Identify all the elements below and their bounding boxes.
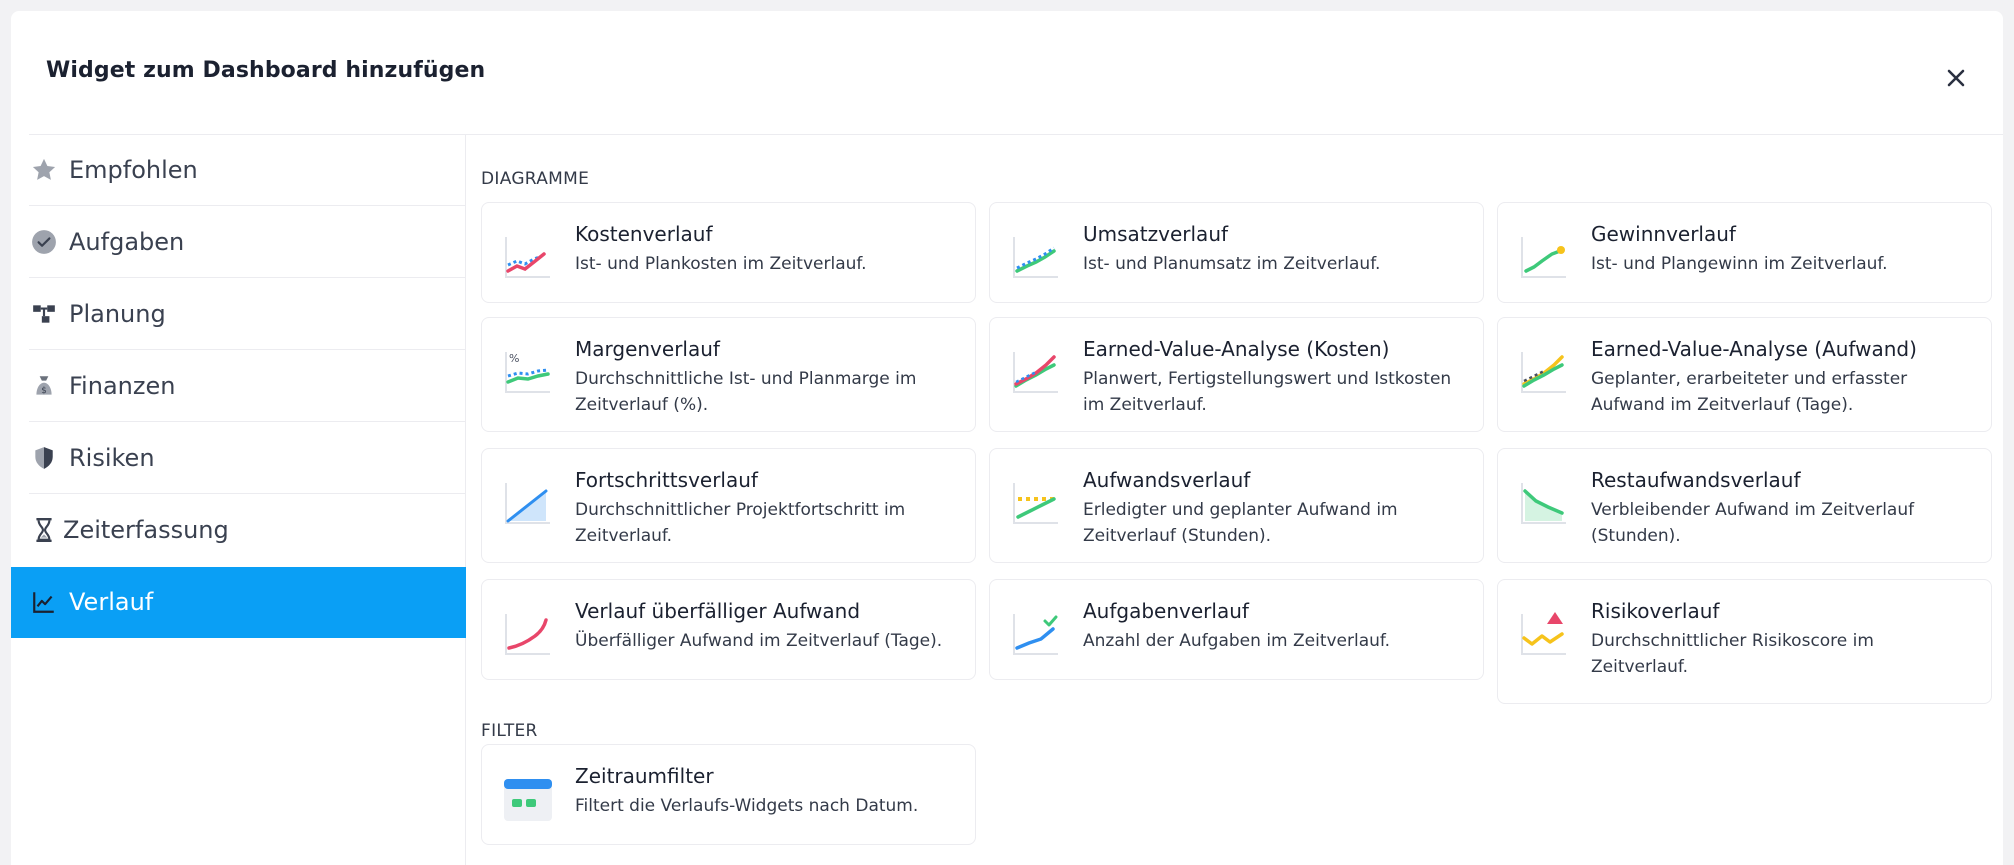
close-icon: [1947, 69, 1965, 87]
widget-card-earned-value-aufwand[interactable]: Earned-Value-Analyse (Aufwand) Geplanter…: [1497, 317, 1992, 432]
widget-card-gewinnverlauf[interactable]: Gewinnverlauf Ist- und Plangewinn im Zei…: [1497, 202, 1992, 303]
profit-trend-icon: [1521, 237, 1566, 278]
widget-card-kostenverlauf[interactable]: Kostenverlauf Ist- und Plankosten im Zei…: [481, 202, 976, 303]
sidebar-item-label: Verlauf: [69, 588, 154, 616]
sidebar-item-label: Aufgaben: [69, 228, 185, 256]
sidebar-item-label: Finanzen: [69, 372, 176, 400]
widget-title: Aufwandsverlauf: [1083, 468, 1251, 492]
sidebar-item-label: Zeiterfassung: [63, 516, 229, 544]
sidebar-item-label: Empfohlen: [69, 156, 198, 184]
widget-card-verlauf-ueberfaelliger-aufwand[interactable]: Verlauf überfälliger Aufwand Überfällige…: [481, 579, 976, 680]
close-button[interactable]: [1939, 61, 1973, 95]
dialog-title: Widget zum Dashboard hinzufügen: [46, 58, 486, 83]
line-chart-icon: [29, 587, 59, 617]
widget-card-zeitraumfilter[interactable]: Zeitraumfilter Filtert die Verlaufs-Widg…: [481, 744, 976, 845]
widget-title: Earned-Value-Analyse (Kosten): [1083, 337, 1390, 361]
money-bag-icon: $: [29, 371, 59, 401]
widget-title: Aufgabenverlauf: [1083, 599, 1249, 623]
svg-text:$: $: [41, 386, 47, 396]
date-range-filter-icon: [504, 779, 552, 821]
widget-title: Earned-Value-Analyse (Aufwand): [1591, 337, 1917, 361]
widget-title: Verlauf überfälliger Aufwand: [575, 599, 861, 623]
sidebar-item-empfohlen[interactable]: Empfohlen: [29, 135, 466, 206]
widget-description: Geplanter, erarbeiteter und erfasster Au…: [1591, 369, 1908, 415]
widget-description: Erledigter und geplanter Aufwand im Zeit…: [1083, 500, 1398, 546]
task-trend-icon: [1013, 614, 1058, 655]
widget-description: Filtert die Verlaufs-Widgets nach Datum.: [575, 796, 919, 816]
sidebar-divider: [29, 349, 466, 350]
widget-description: Planwert, Fertigstellungswert und Istkos…: [1083, 369, 1452, 415]
sidebar-item-label: Risiken: [69, 444, 155, 472]
category-sidebar: Empfohlen Aufgaben Planung $ Finanzen Ri…: [11, 135, 466, 865]
overdue-effort-icon: [505, 614, 550, 655]
hierarchy-icon: [29, 299, 59, 329]
widget-description: Durchschnittlicher Projektfortschritt im…: [575, 500, 906, 546]
effort-trend-icon: [1013, 483, 1058, 524]
widget-title: Fortschrittsverlauf: [575, 468, 758, 492]
widget-title: Kostenverlauf: [575, 222, 713, 246]
widget-dialog: Widget zum Dashboard hinzufügen Empfohle…: [11, 11, 2003, 865]
sidebar-item-risiken[interactable]: Risiken: [29, 423, 466, 494]
widget-title: Risikoverlauf: [1591, 599, 1720, 623]
widget-card-restaufwandsverlauf[interactable]: Restaufwandsverlauf Verbleibender Aufwan…: [1497, 448, 1992, 563]
svg-text:%: %: [509, 352, 519, 365]
revenue-trend-icon: [1013, 237, 1058, 278]
widget-card-umsatzverlauf[interactable]: Umsatzverlauf Ist- und Planumsatz im Zei…: [989, 202, 1484, 303]
remaining-effort-icon: [1521, 483, 1566, 524]
widget-title: Umsatzverlauf: [1083, 222, 1229, 246]
star-icon: [29, 155, 59, 185]
widget-description: Überfälliger Aufwand im Zeitverlauf (Tag…: [575, 631, 943, 651]
widget-description: Durchschnittliche Ist- und Planmarge im …: [575, 369, 917, 415]
earned-value-effort-icon: [1521, 352, 1566, 393]
sidebar-divider: [29, 277, 466, 278]
widget-title: Margenverlauf: [575, 337, 720, 361]
shield-icon: [29, 443, 59, 473]
sidebar-item-finanzen[interactable]: $ Finanzen: [29, 351, 466, 422]
sidebar-item-zeiterfassung[interactable]: Zeiterfassung: [29, 495, 466, 566]
section-label-diagramme: DIAGRAMME: [481, 169, 590, 189]
widget-description: Ist- und Plankosten im Zeitverlauf.: [575, 254, 867, 274]
margin-trend-icon: %: [505, 352, 550, 393]
widget-description: Verbleibender Aufwand im Zeitverlauf (St…: [1591, 500, 1915, 546]
widget-title: Zeitraumfilter: [575, 764, 714, 788]
hourglass-icon: [29, 515, 59, 545]
widget-card-aufgabenverlauf[interactable]: Aufgabenverlauf Anzahl der Aufgaben im Z…: [989, 579, 1484, 680]
widget-card-risikoverlauf[interactable]: Risikoverlauf Durchschnittlicher Risikos…: [1497, 579, 1992, 704]
sidebar-item-verlauf[interactable]: Verlauf: [11, 567, 466, 638]
widget-description: Anzahl der Aufgaben im Zeitverlauf.: [1083, 631, 1391, 651]
widget-description: Ist- und Planumsatz im Zeitverlauf.: [1083, 254, 1381, 274]
sidebar-item-planung[interactable]: Planung: [29, 279, 466, 350]
widget-card-margenverlauf[interactable]: % Margenverlauf Durchschnittliche Ist- u…: [481, 317, 976, 432]
widget-description: Durchschnittlicher Risikoscore im Zeitve…: [1591, 631, 1874, 677]
sidebar-item-aufgaben[interactable]: Aufgaben: [29, 207, 466, 278]
widget-title: Gewinnverlauf: [1591, 222, 1736, 246]
section-label-filter: FILTER: [481, 721, 538, 741]
sidebar-divider: [29, 205, 466, 206]
widget-card-earned-value-kosten[interactable]: Earned-Value-Analyse (Kosten) Planwert, …: [989, 317, 1484, 432]
sidebar-divider: [29, 493, 466, 494]
widget-card-fortschrittsverlauf[interactable]: Fortschrittsverlauf Durchschnittlicher P…: [481, 448, 976, 563]
progress-trend-icon: [505, 483, 550, 524]
earned-value-cost-icon: [1013, 352, 1058, 393]
cost-trend-icon: [505, 237, 550, 278]
widget-card-aufwandsverlauf[interactable]: Aufwandsverlauf Erledigter und geplanter…: [989, 448, 1484, 563]
widget-description: Ist- und Plangewinn im Zeitverlauf.: [1591, 254, 1888, 274]
widget-title: Restaufwandsverlauf: [1591, 468, 1801, 492]
risk-trend-icon: [1521, 612, 1566, 655]
sidebar-divider: [29, 421, 466, 422]
sidebar-item-label: Planung: [69, 300, 166, 328]
check-circle-icon: [29, 227, 59, 257]
